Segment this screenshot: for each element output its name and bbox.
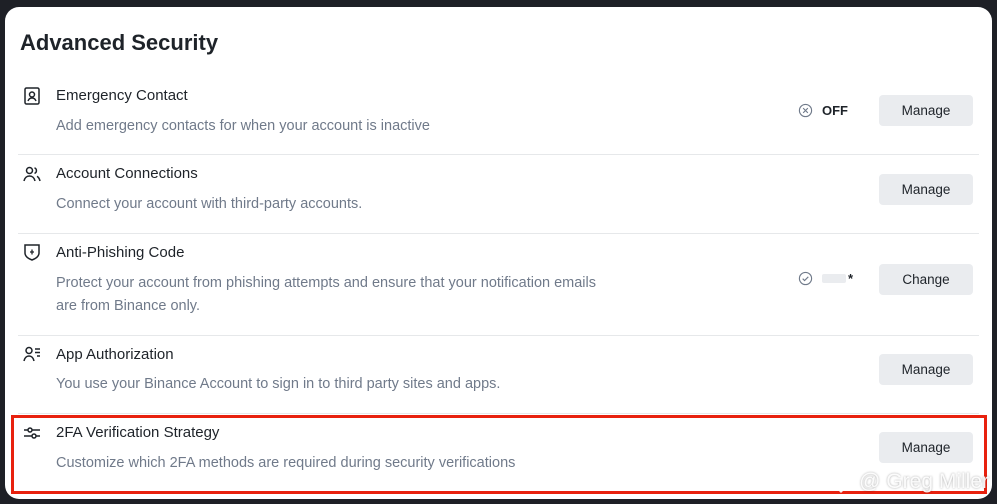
users-icon	[22, 164, 42, 184]
row-title: Account Connections	[56, 165, 198, 182]
divider	[18, 413, 979, 414]
shield-icon	[22, 242, 42, 262]
divider	[18, 154, 979, 155]
row-description: You use your Binance Account to sign in …	[56, 376, 501, 392]
row-title: Emergency Contact	[56, 87, 188, 104]
watermark-text: @ Greg Miller	[859, 470, 989, 493]
row-description: Protect your account from phishing attem…	[56, 275, 597, 314]
advanced-security-card: Advanced Security Emergency Contact Add …	[5, 7, 992, 499]
emergency-contact-manage-button[interactable]: Manage	[879, 95, 973, 126]
binance-logo-icon	[830, 470, 853, 494]
row-description: Add emergency contacts for when your acc…	[56, 118, 430, 134]
divider	[18, 233, 979, 234]
contact-card-icon	[22, 86, 42, 106]
divider	[18, 335, 979, 336]
user-list-icon	[22, 344, 42, 364]
check-circle-icon	[798, 271, 813, 286]
anti-phishing-change-button[interactable]: Change	[879, 264, 973, 295]
section-title: Advanced Security	[20, 30, 219, 55]
masked-code	[822, 274, 846, 283]
app-authorization-manage-button[interactable]: Manage	[879, 354, 973, 385]
off-circle-icon	[798, 103, 813, 118]
status-text: *	[848, 271, 854, 286]
row-title: App Authorization	[56, 346, 174, 363]
account-connections-manage-button[interactable]: Manage	[879, 174, 973, 205]
status-indicator: OFF	[798, 103, 848, 118]
status-indicator: *	[798, 271, 853, 286]
row-description: Connect your account with third-party ac…	[56, 196, 363, 212]
watermark: @ Greg Miller	[829, 470, 989, 494]
status-text: OFF	[822, 103, 848, 118]
row-title: Anti-Phishing Code	[56, 244, 185, 261]
